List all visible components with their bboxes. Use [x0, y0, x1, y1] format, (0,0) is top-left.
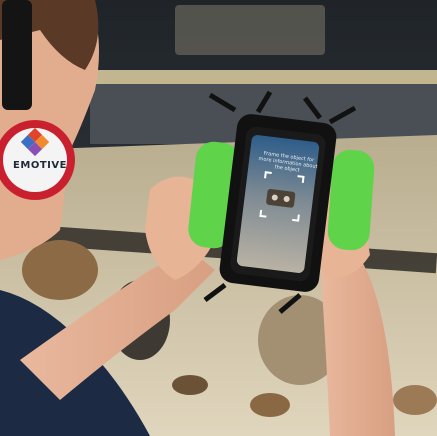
artifact-small-2	[250, 393, 290, 417]
photo-scene: EMOTIVE Frame the object for more inform…	[0, 0, 437, 436]
scene-illustration	[0, 0, 437, 436]
background-display-case	[175, 5, 325, 55]
artifact-left	[22, 240, 98, 300]
headphone-band	[2, 0, 32, 110]
right-green-handle	[327, 149, 375, 251]
light-strip	[90, 70, 437, 84]
artifact-small-3	[393, 385, 437, 415]
headphone-brand-text: EMOTIVE	[13, 160, 67, 171]
artifact-small-1	[172, 375, 208, 395]
